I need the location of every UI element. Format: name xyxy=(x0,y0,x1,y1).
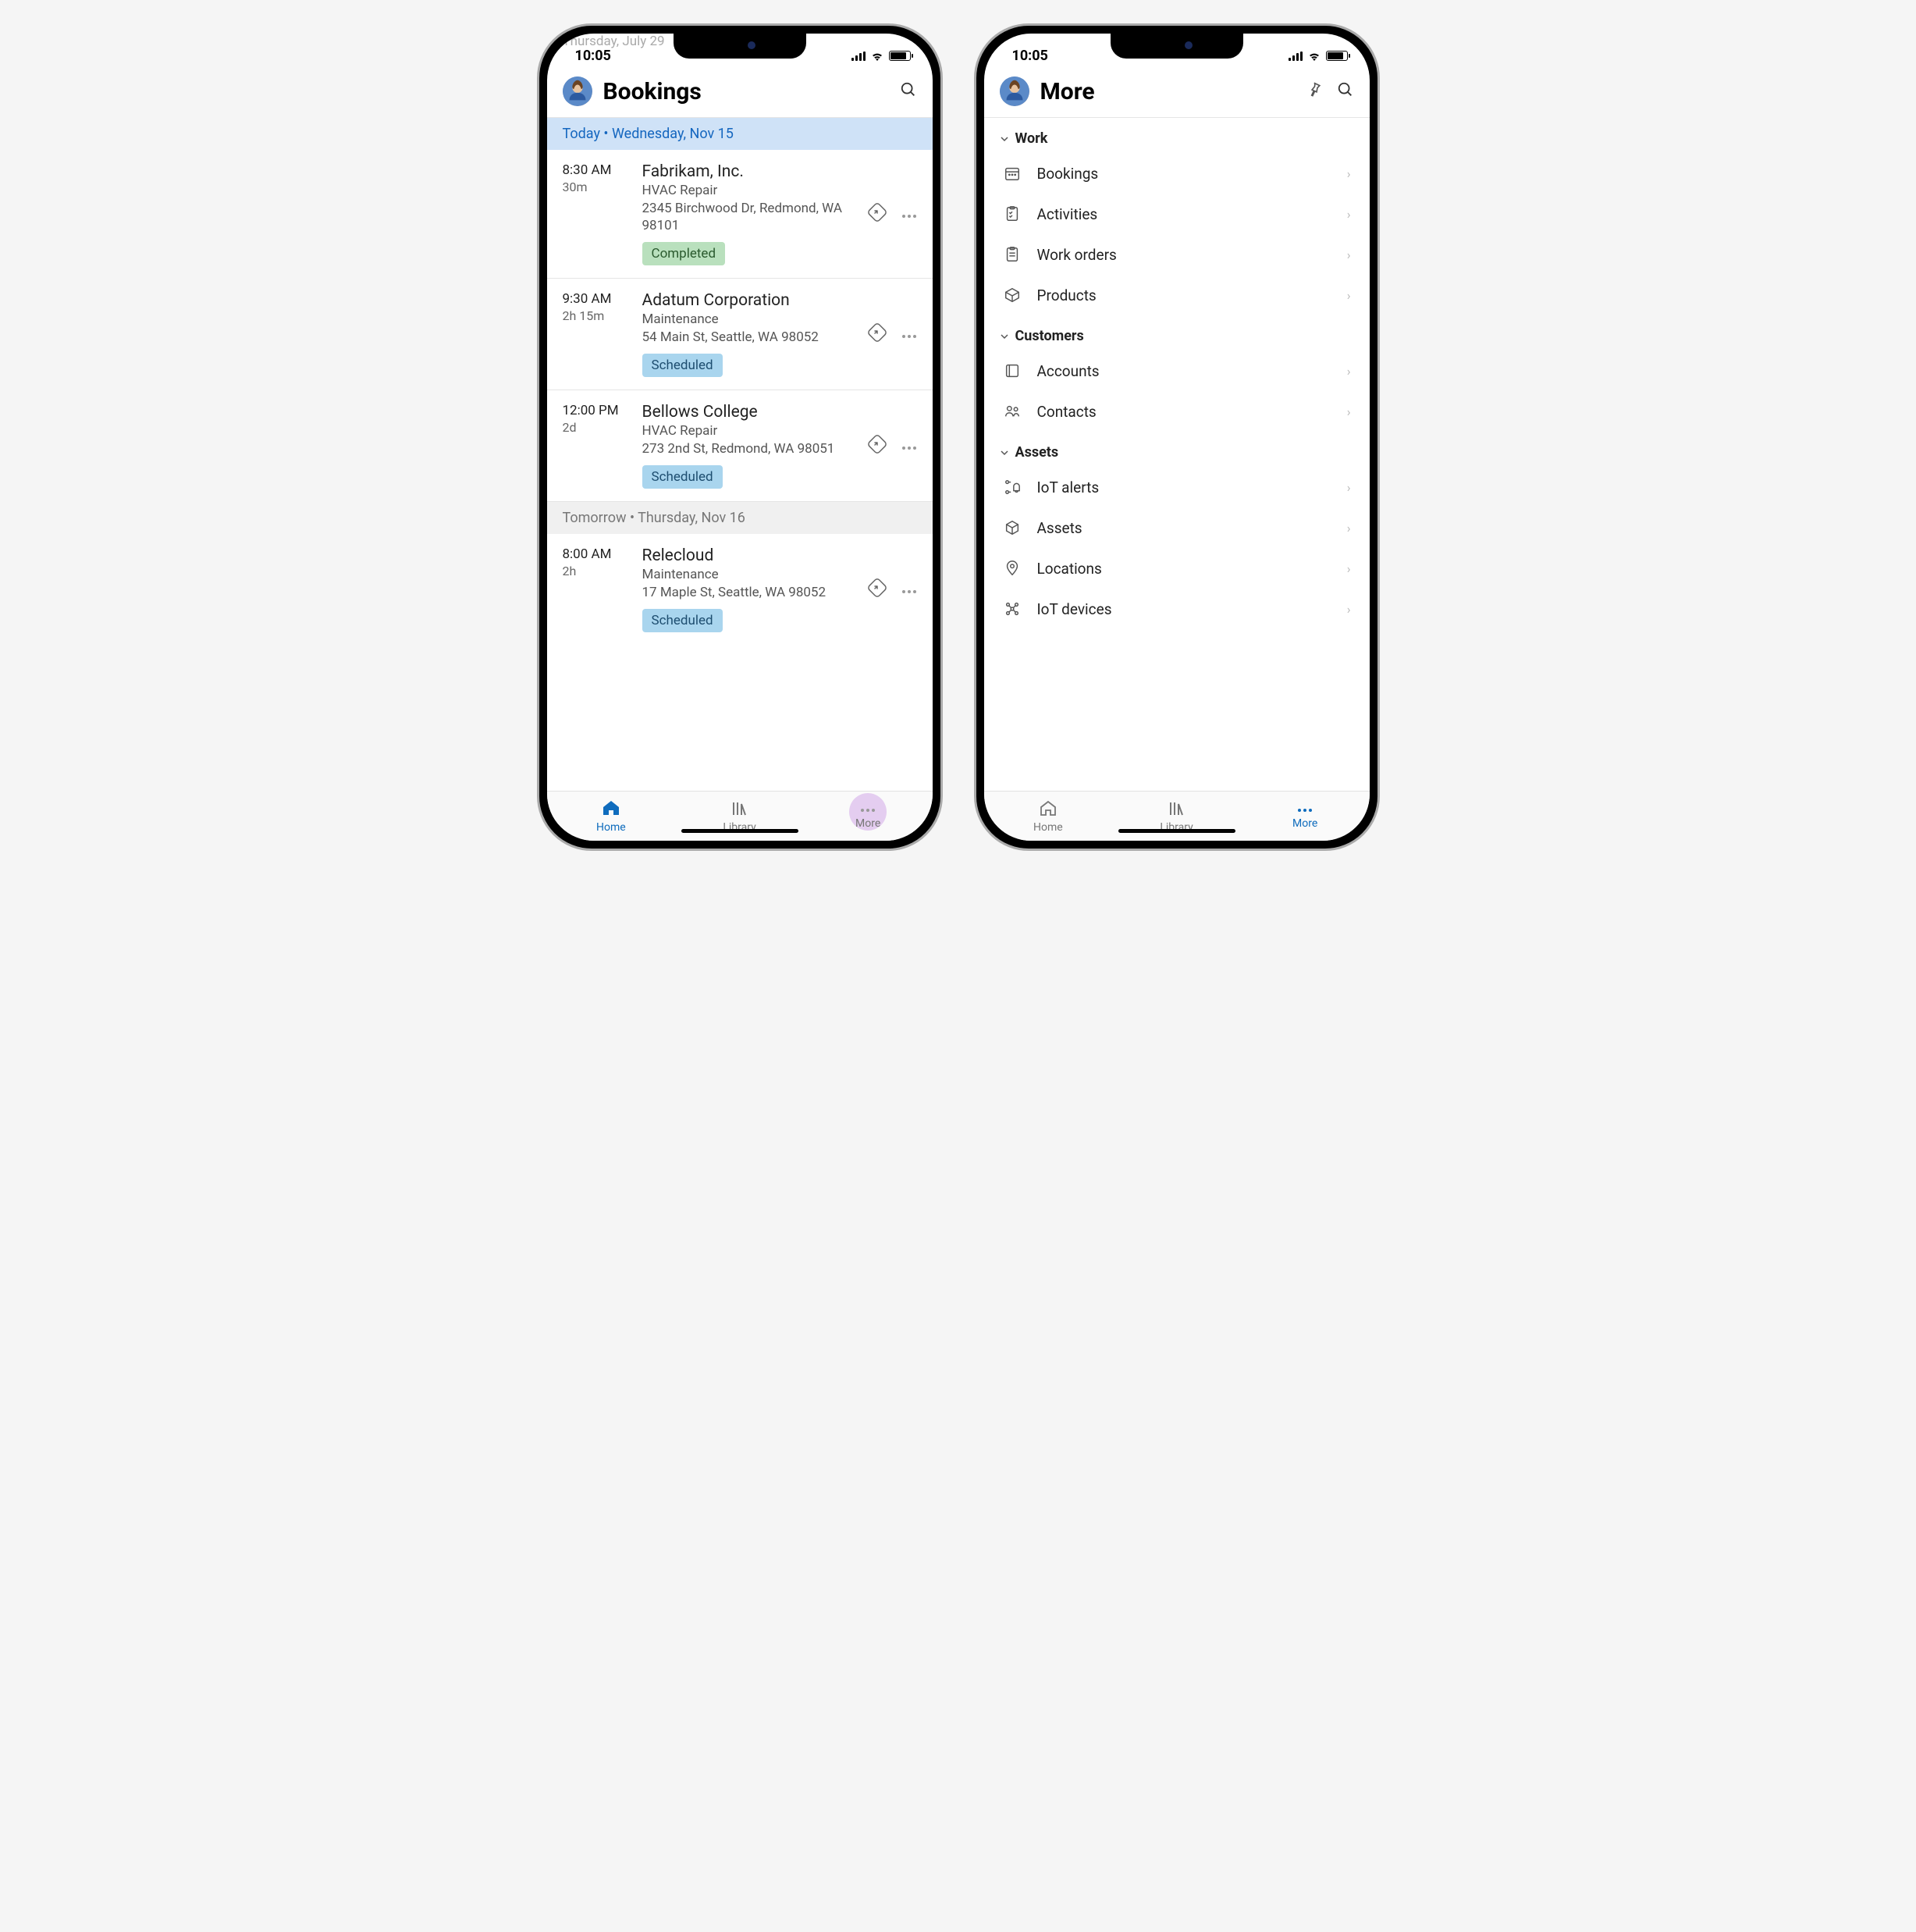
notch xyxy=(674,34,806,59)
navigate-icon[interactable] xyxy=(867,202,887,226)
chevron-right-icon: › xyxy=(1347,561,1351,576)
faded-date: Thursday, July 29 xyxy=(547,34,681,788)
home-icon xyxy=(602,799,620,820)
box-icon xyxy=(1003,286,1022,304)
checklist-icon xyxy=(1003,205,1022,223)
more-dots-icon xyxy=(1297,803,1313,816)
more-icon[interactable] xyxy=(901,582,917,597)
page-title: More xyxy=(1040,78,1306,105)
chevron-right-icon: › xyxy=(1347,288,1351,303)
chevron-right-icon: › xyxy=(1347,364,1351,379)
menu-contacts[interactable]: Contacts › xyxy=(984,391,1370,432)
book-icon xyxy=(1003,361,1022,380)
section-customers[interactable]: Customers xyxy=(984,315,1370,350)
status-time: 10:05 xyxy=(1012,48,1048,64)
wifi-icon xyxy=(870,51,884,62)
home-icon xyxy=(1039,799,1058,820)
navigate-icon[interactable] xyxy=(867,322,887,346)
more-dots-icon xyxy=(860,803,876,816)
menu-work-orders[interactable]: Work orders › xyxy=(984,234,1370,275)
phone-left: 10:05 Bookings Today • Wednesday, Nov 15 xyxy=(537,23,943,851)
more-icon[interactable] xyxy=(901,327,917,342)
clipboard-icon xyxy=(1003,245,1022,264)
menu-bookings[interactable]: Bookings › xyxy=(984,153,1370,194)
chevron-right-icon: › xyxy=(1347,404,1351,419)
menu-accounts[interactable]: Accounts › xyxy=(984,350,1370,391)
chevron-right-icon: › xyxy=(1347,602,1351,617)
chevron-right-icon: › xyxy=(1347,166,1351,181)
tab-home[interactable]: Home xyxy=(547,792,676,841)
phone-right: 10:05 More W xyxy=(974,23,1380,851)
chevron-right-icon: › xyxy=(1347,207,1351,222)
menu-assets[interactable]: Assets › xyxy=(984,507,1370,548)
tab-bar: Home Library More xyxy=(547,791,933,841)
more-icon[interactable] xyxy=(901,439,917,454)
search-icon[interactable] xyxy=(1337,81,1354,101)
battery-icon xyxy=(1326,51,1348,61)
library-icon xyxy=(1168,799,1186,820)
chevron-down-icon xyxy=(1000,332,1009,341)
menu-iot-devices[interactable]: IoT devices › xyxy=(984,589,1370,629)
chevron-right-icon: › xyxy=(1347,521,1351,535)
people-icon xyxy=(1003,402,1022,421)
signal-icon xyxy=(1289,52,1303,61)
cube-icon xyxy=(1003,518,1022,537)
menu-products[interactable]: Products › xyxy=(984,275,1370,315)
nodes-icon xyxy=(1003,600,1022,618)
library-icon xyxy=(730,799,749,820)
pin-icon[interactable] xyxy=(1306,81,1323,101)
section-assets[interactable]: Assets xyxy=(984,432,1370,467)
navigate-icon[interactable] xyxy=(867,578,887,601)
home-indicator[interactable] xyxy=(681,829,798,833)
chevron-down-icon xyxy=(1000,448,1009,457)
menu-locations[interactable]: Locations › xyxy=(984,548,1370,589)
chevron-down-icon xyxy=(1000,134,1009,144)
tab-home[interactable]: Home xyxy=(984,792,1113,841)
navigate-icon[interactable] xyxy=(867,434,887,457)
section-work[interactable]: Work xyxy=(984,118,1370,153)
chevron-right-icon: › xyxy=(1347,247,1351,262)
chevron-right-icon: › xyxy=(1347,480,1351,495)
wifi-icon xyxy=(1307,51,1321,62)
bell-nodes-icon xyxy=(1003,478,1022,496)
menu-activities[interactable]: Activities › xyxy=(984,194,1370,234)
pin-icon xyxy=(1003,559,1022,578)
avatar[interactable] xyxy=(1000,76,1029,106)
search-icon[interactable] xyxy=(900,81,917,101)
more-icon[interactable] xyxy=(901,207,917,222)
app-header: More xyxy=(984,67,1370,118)
calendar-icon xyxy=(1003,164,1022,183)
more-menu[interactable]: Work Bookings › Activities › Work orders… xyxy=(984,118,1370,791)
battery-icon xyxy=(889,51,911,61)
notch xyxy=(1111,34,1243,59)
menu-iot-alerts[interactable]: IoT alerts › xyxy=(984,467,1370,507)
tab-more[interactable]: More xyxy=(804,792,933,841)
tab-library[interactable]: Library xyxy=(675,792,804,841)
tab-more[interactable]: More xyxy=(1241,792,1370,841)
signal-icon xyxy=(851,52,866,61)
home-indicator[interactable] xyxy=(1118,829,1235,833)
tab-library[interactable]: Library xyxy=(1112,792,1241,841)
tab-bar: Home Library More xyxy=(984,791,1370,841)
